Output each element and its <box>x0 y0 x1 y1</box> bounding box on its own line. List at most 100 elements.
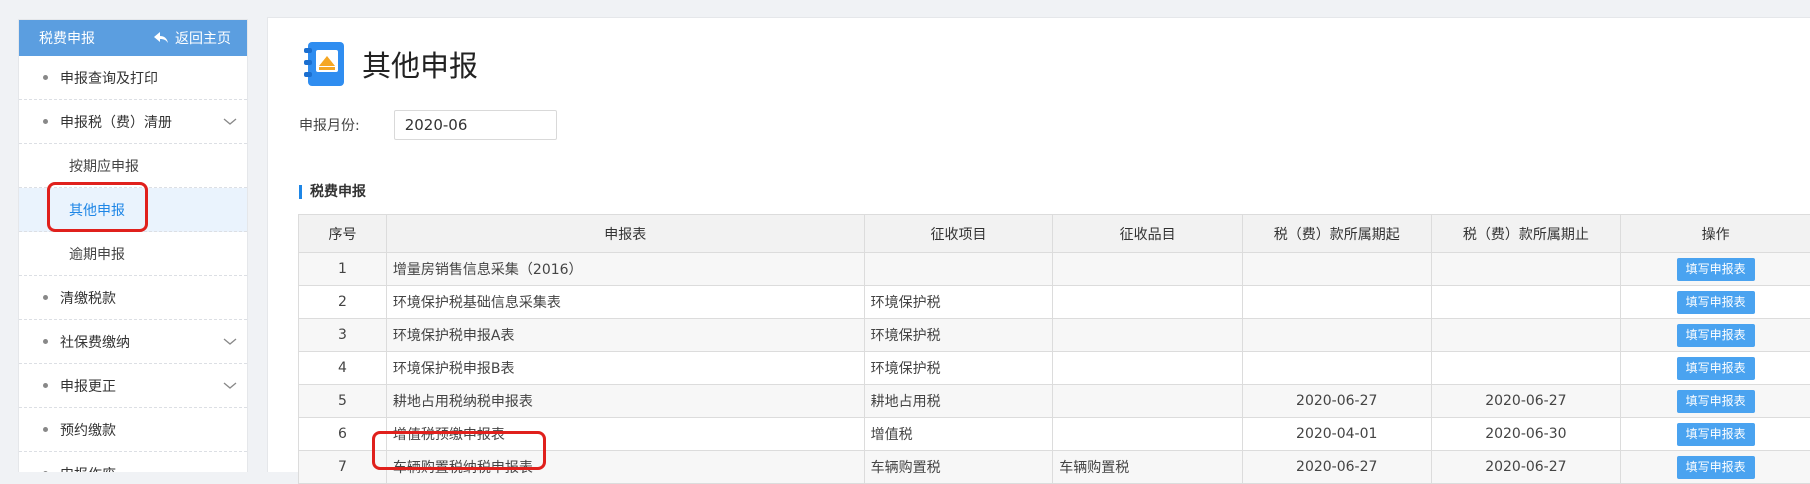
cell-no: 5 <box>299 385 387 418</box>
sidebar-item-correction[interactable]: 申报更正 <box>19 364 247 408</box>
cell-no: 4 <box>299 352 387 385</box>
sidebar-subitem-overdue[interactable]: 逾期申报 <box>19 232 247 276</box>
cell-start: 2020-06-27 <box>1242 451 1431 484</box>
table-row: 6增值税预缴申报表增值税 2020-04-012020-06-30 填写申报表 <box>299 418 1810 451</box>
cell-form: 环境保护税申报B表 <box>386 352 864 385</box>
col-header-action: 操作 <box>1621 215 1810 253</box>
col-header-end: 税（费）款所属期止 <box>1431 215 1621 253</box>
cell-form: 耕地占用税纳税申报表 <box>386 385 864 418</box>
cell-start <box>1242 319 1431 352</box>
sidebar-header: 税费申报 返回主页 <box>19 20 247 56</box>
col-header-item: 征收项目 <box>864 215 1053 253</box>
cell-subitem <box>1053 286 1243 319</box>
cell-no: 3 <box>299 319 387 352</box>
fill-form-button[interactable]: 填写申报表 <box>1677 258 1755 281</box>
cell-form: 增值税预缴申报表 <box>386 418 864 451</box>
fill-form-button[interactable]: 填写申报表 <box>1677 324 1755 347</box>
bullet-icon <box>43 339 48 344</box>
cell-subitem <box>1053 253 1243 286</box>
sidebar-item-social-security[interactable]: 社保费缴纳 <box>19 320 247 364</box>
sidebar-item-label: 清缴税款 <box>60 288 116 308</box>
cell-start <box>1242 253 1431 286</box>
chevron-up-icon <box>223 117 237 126</box>
declaration-table: 序号 申报表 征收项目 征收品目 税（费）款所属期起 税（费）款所属期止 操作 … <box>298 214 1810 484</box>
chevron-down-icon <box>223 381 237 390</box>
cell-form: 车辆购置税纳税申报表 <box>386 451 864 484</box>
sidebar-item-scheduled-payment[interactable]: 预约缴款 <box>19 408 247 452</box>
table-row: 5耕地占用税纳税申报表耕地占用税2020-06-272020-06-27填写申报… <box>299 385 1810 418</box>
fill-form-button[interactable]: 填写申报表 <box>1677 456 1755 479</box>
notebook-icon <box>302 38 348 90</box>
bullet-icon <box>43 295 48 300</box>
sidebar-subitem-other[interactable]: 其他申报 <box>19 188 247 232</box>
cell-start: 2020-06-27 <box>1242 385 1431 418</box>
cell-start <box>1242 286 1431 319</box>
sidebar-subitem-label: 按期应申报 <box>69 156 139 176</box>
month-filter: 申报月份: <box>299 110 557 140</box>
sidebar-item-clear-tax[interactable]: 清缴税款 <box>19 276 247 320</box>
sidebar-item-tax-list[interactable]: 申报税（费）清册 <box>19 100 247 144</box>
sidebar-subitem-label: 逾期申报 <box>69 244 125 264</box>
cell-end <box>1431 352 1621 385</box>
cell-item: 耕地占用税 <box>864 385 1053 418</box>
sidebar-subitem-periodic[interactable]: 按期应申报 <box>19 144 247 188</box>
fill-form-button[interactable]: 填写申报表 <box>1677 423 1755 446</box>
sidebar-item-void[interactable]: 申报作废 <box>19 452 247 472</box>
sidebar: 税费申报 返回主页 申报查询及打印 申报税（费）清册 按期应申报 其他申报 逾期… <box>18 19 248 472</box>
cell-form: 环境保护税申报A表 <box>386 319 864 352</box>
fill-form-button[interactable]: 填写申报表 <box>1677 291 1755 314</box>
cell-item: 环境保护税 <box>864 286 1053 319</box>
sidebar-item-label: 申报查询及打印 <box>60 68 158 88</box>
cell-item: 车辆购置税 <box>864 451 1053 484</box>
sidebar-title: 税费申报 <box>39 28 95 48</box>
cell-action: 填写申报表 <box>1621 418 1810 451</box>
sidebar-item-label: 预约缴款 <box>60 420 116 440</box>
page-header: 其他申报 <box>302 38 478 90</box>
cell-action: 填写申报表 <box>1621 253 1810 286</box>
sidebar-subitem-label: 其他申报 <box>69 200 125 220</box>
table-header-row: 序号 申报表 征收项目 征收品目 税（费）款所属期起 税（费）款所属期止 操作 <box>299 215 1810 253</box>
col-header-form: 申报表 <box>386 215 864 253</box>
sidebar-item-label: 申报更正 <box>60 376 116 396</box>
cell-item: 增值税 <box>864 418 1053 451</box>
cell-subitem <box>1053 319 1243 352</box>
table-row: 4环境保护税申报B表环境保护税 填写申报表 <box>299 352 1810 385</box>
back-arrow-icon <box>153 31 169 45</box>
table-row: 1增量房销售信息采集（2016）填写申报表 <box>299 253 1810 286</box>
fill-form-button[interactable]: 填写申报表 <box>1677 390 1755 413</box>
table-row: 2环境保护税基础信息采集表环境保护税填写申报表 <box>299 286 1810 319</box>
cell-item: 环境保护税 <box>864 319 1053 352</box>
cell-no: 6 <box>299 418 387 451</box>
cell-end <box>1431 286 1621 319</box>
sidebar-item-query-print[interactable]: 申报查询及打印 <box>19 56 247 100</box>
cell-subitem: 车辆购置税 <box>1053 451 1243 484</box>
cell-action: 填写申报表 <box>1621 451 1810 484</box>
cell-start: 2020-04-01 <box>1242 418 1431 451</box>
col-header-subitem: 征收品目 <box>1053 215 1243 253</box>
fill-form-button[interactable]: 填写申报表 <box>1677 357 1755 380</box>
cell-start <box>1242 352 1431 385</box>
table-row: 3环境保护税申报A表环境保护税 填写申报表 <box>299 319 1810 352</box>
cell-action: 填写申报表 <box>1621 385 1810 418</box>
cell-end: 2020-06-27 <box>1431 451 1621 484</box>
back-home-button[interactable]: 返回主页 <box>153 28 231 48</box>
cell-end <box>1431 253 1621 286</box>
cell-item: 环境保护税 <box>864 352 1053 385</box>
bullet-icon <box>43 383 48 388</box>
bullet-icon <box>43 75 48 80</box>
cell-subitem <box>1053 352 1243 385</box>
page-title: 其他申报 <box>362 43 478 85</box>
section-title: 税费申报 <box>299 185 366 199</box>
main-panel: 其他申报 申报月份: 税费申报 序号 申报表 征收项目 征收品目 税（费）款所属… <box>267 17 1810 472</box>
cell-no: 1 <box>299 253 387 286</box>
cell-subitem <box>1053 418 1243 451</box>
chevron-down-icon <box>223 337 237 346</box>
cell-action: 填写申报表 <box>1621 319 1810 352</box>
cell-no: 7 <box>299 451 387 484</box>
back-home-label: 返回主页 <box>175 28 231 48</box>
month-input[interactable] <box>394 110 557 140</box>
cell-end: 2020-06-30 <box>1431 418 1621 451</box>
sidebar-item-label: 申报税（费）清册 <box>60 112 172 132</box>
col-header-no: 序号 <box>299 215 387 253</box>
bullet-icon <box>43 471 48 472</box>
